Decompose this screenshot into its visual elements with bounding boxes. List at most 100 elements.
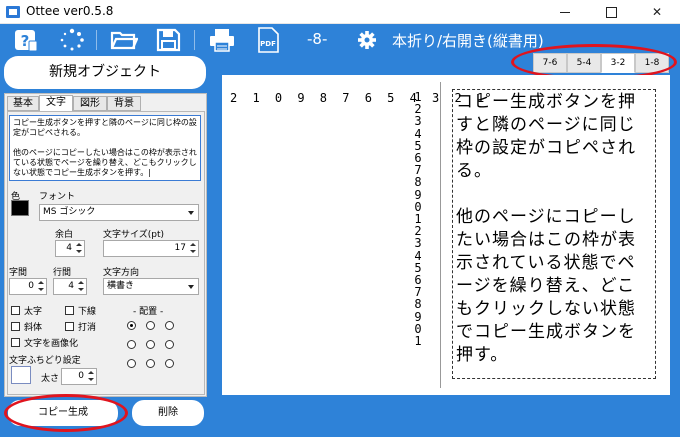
align-middle-center-radio[interactable] [146, 340, 155, 349]
svg-text:PDF: PDF [260, 40, 276, 48]
outline-color-swatch[interactable] [11, 366, 31, 384]
align-middle-right-radio[interactable] [165, 340, 174, 349]
stepper-down-icon[interactable] [87, 377, 95, 383]
app-icon [6, 6, 20, 18]
direction-select[interactable]: 横書き [103, 278, 199, 295]
thickness-stepper[interactable]: 0 [61, 368, 97, 385]
text-color-swatch[interactable] [11, 200, 29, 216]
svg-text:?: ? [21, 32, 30, 50]
stepper-down-icon[interactable] [77, 287, 85, 293]
text-content-input[interactable]: コピー生成ボタンを押すと隣のページに同じ枠の設定がコピペされる。 他のページにコ… [9, 115, 201, 181]
maximize-button[interactable] [588, 0, 634, 24]
align-top-center-radio[interactable] [146, 321, 155, 330]
line-spacing-stepper[interactable]: 4 [53, 278, 87, 295]
page-tab-1-8[interactable]: 1-8 [635, 53, 669, 73]
margin-stepper[interactable]: 4 [55, 240, 85, 257]
direction-value: 横書き [107, 281, 135, 291]
font-select[interactable]: MS ゴシック [39, 204, 199, 221]
margin-value: 4 [66, 243, 72, 253]
save-icon[interactable] [155, 27, 183, 53]
strikethrough-checkbox[interactable] [65, 322, 74, 331]
page-tab-7-6[interactable]: 7-6 [533, 53, 567, 73]
thickness-value: 0 [78, 371, 84, 381]
char-spacing-stepper[interactable]: 0 [9, 278, 47, 295]
char-spacing-label: 字間 [9, 268, 28, 278]
help-icon[interactable]: ? [12, 27, 40, 53]
stepper-up-icon[interactable] [189, 242, 197, 248]
stepper-down-icon[interactable] [189, 249, 197, 255]
alignment-label: - 配置 - [133, 307, 164, 317]
tab-text[interactable]: 文字 [39, 95, 73, 112]
toolbar-separator [194, 30, 195, 50]
print-icon[interactable] [208, 27, 236, 53]
thickness-label: 太さ [41, 374, 60, 384]
tab-background[interactable]: 背景 [107, 96, 141, 111]
italic-label: 斜体 [24, 323, 43, 333]
page-tab-3-2[interactable]: 3-2 [601, 53, 635, 73]
align-bottom-left-radio[interactable] [127, 359, 136, 368]
properties-panel: 基本 文字 図形 背景 コピー生成ボタンを押すと隣のページに同じ枠の設定がコピペ… [4, 93, 207, 397]
line-spacing-value: 4 [68, 281, 74, 291]
stepper-up-icon[interactable] [87, 370, 95, 376]
margin-label: 余白 [55, 230, 74, 240]
align-top-left-radio[interactable] [127, 321, 136, 330]
frame-paragraph-1: コピー生成ボタンを押すと隣のページに同じ枠の設定がコピペされる。 [456, 92, 636, 181]
close-button[interactable]: ✕ [634, 0, 680, 24]
direction-label: 文字方向 [103, 268, 140, 278]
stepper-down-icon[interactable] [37, 287, 45, 293]
chevron-down-icon [188, 211, 194, 215]
row-number: 3 [414, 114, 422, 129]
layout-mode-label[interactable]: 本折り/右開き(縦書用) [392, 30, 544, 51]
spinner-icon[interactable] [58, 27, 86, 53]
font-size-stepper[interactable]: 17 [103, 240, 199, 257]
row-number: 4 [414, 126, 422, 141]
font-size-label: 文字サイズ(pt) [103, 230, 164, 240]
row-number: 8 [414, 175, 422, 190]
page-tab-5-4[interactable]: 5-4 [567, 53, 601, 73]
align-bottom-center-radio[interactable] [146, 359, 155, 368]
line-spacing-label: 行間 [53, 268, 72, 278]
stepper-up-icon[interactable] [77, 280, 85, 286]
stepper-up-icon[interactable] [75, 242, 83, 248]
bold-label: 太字 [24, 307, 43, 317]
pdf-icon[interactable]: PDF [254, 27, 282, 53]
stepper-up-icon[interactable] [37, 280, 45, 286]
font-label: フォント [39, 192, 76, 202]
delete-button[interactable]: 削除 [132, 400, 204, 426]
copy-generate-button[interactable]: コピー生成 [8, 400, 118, 426]
underline-label: 下線 [78, 307, 97, 317]
bold-checkbox[interactable] [11, 306, 20, 315]
align-middle-left-radio[interactable] [127, 340, 136, 349]
stepper-down-icon[interactable] [75, 249, 83, 255]
toolbar: ? PDF -8- 本折り/右開き(縦書用) [0, 24, 680, 56]
underline-checkbox[interactable] [65, 306, 74, 315]
title-bar: Ottee ver0.5.8 ✕ [0, 0, 680, 24]
tab-shape[interactable]: 図形 [73, 96, 107, 111]
text-to-image-checkbox[interactable] [11, 338, 20, 347]
row-number: 8 [414, 297, 422, 312]
frame-paragraph-2: 他のページにコピーしたい場合はこの枠が表示されている状態でページを繰り替え、どこ… [456, 207, 636, 365]
chevron-down-icon [188, 285, 194, 289]
char-spacing-value: 0 [28, 281, 34, 291]
row-number: 3 [414, 236, 422, 251]
column-ruler: 2 1 0 9 8 7 6 5 4 3 2 1 [230, 91, 489, 105]
minimize-button[interactable] [542, 0, 588, 24]
text-to-image-label: 文字を画像化 [24, 339, 79, 349]
row-ruler: 123456789012345678901 [412, 91, 424, 347]
outline-settings-label: 文字ふちどり設定 [9, 356, 81, 366]
align-top-right-radio[interactable] [165, 321, 174, 330]
font-size-value: 17 [174, 243, 186, 253]
window-title: Ottee ver0.5.8 [26, 4, 114, 18]
page-indicator: -8- [307, 30, 328, 48]
tab-basic[interactable]: 基本 [7, 96, 39, 111]
strikethrough-label: 打消 [78, 323, 97, 333]
open-folder-icon[interactable] [110, 27, 139, 53]
gear-icon[interactable] [354, 27, 382, 53]
toolbar-separator [96, 30, 97, 50]
row-number: 4 [414, 248, 422, 263]
italic-checkbox[interactable] [11, 322, 20, 331]
align-bottom-right-radio[interactable] [165, 359, 174, 368]
new-object-button[interactable]: 新規オブジェクト [4, 56, 206, 89]
row-number: 1 [414, 334, 422, 349]
row-number: 9 [414, 187, 422, 202]
